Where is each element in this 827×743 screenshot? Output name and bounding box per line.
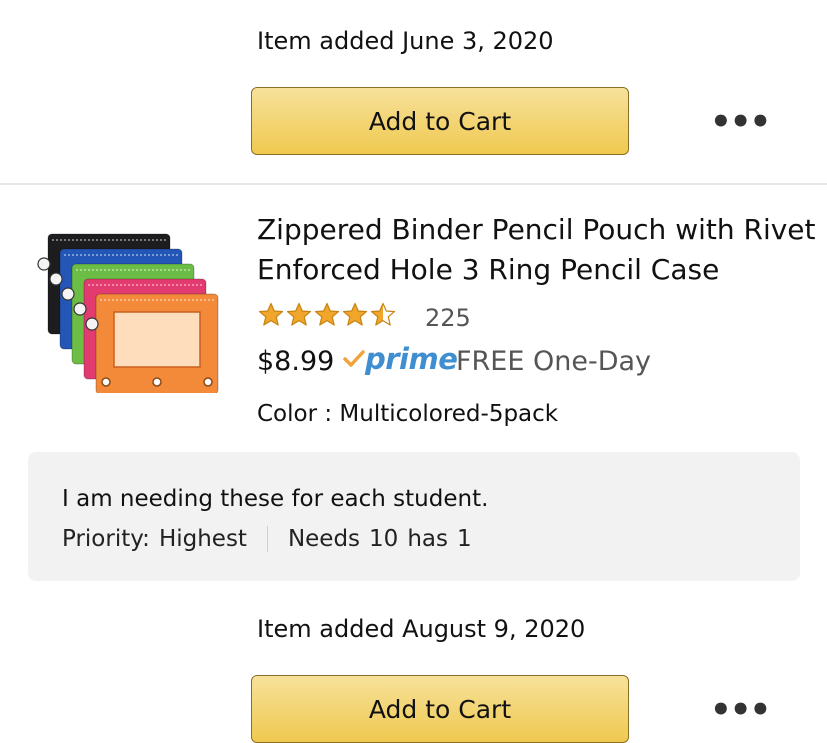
add-to-cart-button[interactable]: Add to Cart xyxy=(251,675,629,743)
needs-label: Needs xyxy=(287,526,361,552)
star-icon xyxy=(286,302,312,326)
priority-label: Priority: xyxy=(62,526,150,552)
priority-value: Highest xyxy=(158,526,247,552)
priority-needs-row: Priority: Highest Needs 10 has 1 xyxy=(62,526,472,552)
shipping-info: FREE One-Day xyxy=(456,346,652,377)
product-title-link[interactable]: Zippered Binder Pencil Pouch with Rivet … xyxy=(257,210,817,290)
color-info: Color : Multicolored-5pack xyxy=(257,401,559,427)
meta-separator xyxy=(266,526,268,552)
star-icon xyxy=(258,302,284,326)
comment-box xyxy=(28,452,800,581)
has-label: has xyxy=(407,526,448,552)
prime-badge: prime xyxy=(343,342,458,376)
star-icon xyxy=(370,302,396,326)
star-rating[interactable] xyxy=(258,302,396,328)
more-options-icon[interactable]: ••• xyxy=(710,105,771,139)
star-icon xyxy=(342,302,368,326)
has-value: 1 xyxy=(456,526,472,552)
add-to-cart-button[interactable]: Add to Cart xyxy=(251,87,629,155)
rating-count[interactable]: 225 xyxy=(425,304,471,332)
prime-label: prime xyxy=(365,342,458,376)
prime-check-icon xyxy=(343,350,365,367)
comment-text: I am needing these for each student. xyxy=(62,486,489,512)
item-added-date: Item added August 9, 2020 xyxy=(257,615,586,643)
pencil-pouch-image xyxy=(37,233,219,395)
needs-value: 10 xyxy=(369,526,399,552)
more-options-icon[interactable]: ••• xyxy=(710,693,771,727)
star-icon xyxy=(314,302,340,326)
price: $8.99 xyxy=(257,346,335,377)
item-added-date: Item added June 3, 2020 xyxy=(257,27,554,55)
product-image[interactable] xyxy=(28,228,228,395)
item-divider xyxy=(0,183,827,185)
